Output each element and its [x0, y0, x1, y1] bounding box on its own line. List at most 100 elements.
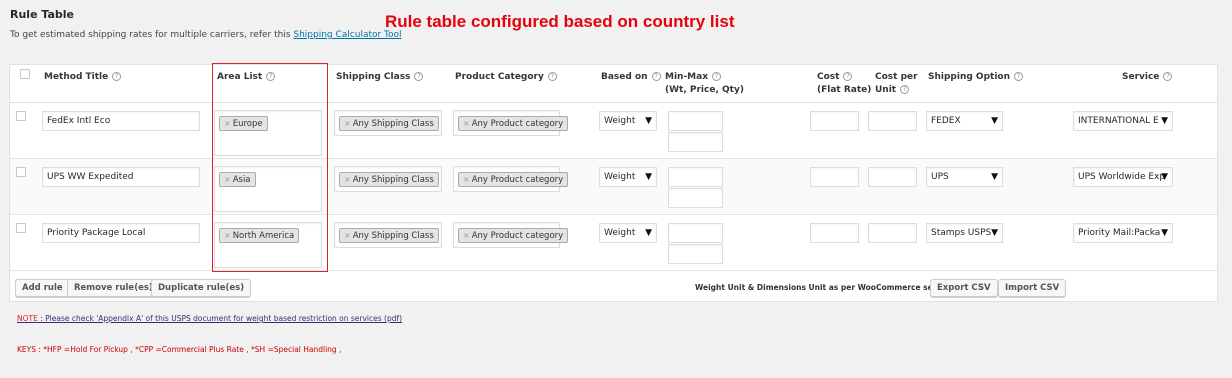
row-checkbox[interactable]	[16, 111, 26, 121]
chevron-down-icon: ▼	[991, 228, 998, 238]
unit-note: Weight Unit & Dimensions Unit as per Woo…	[695, 283, 961, 292]
remove-tag-icon[interactable]: ×	[344, 175, 351, 184]
cost-input[interactable]	[810, 223, 859, 243]
method-title-input[interactable]: FedEx Intl Eco	[42, 111, 200, 131]
header-area-list: Area List?	[217, 71, 276, 84]
max-input[interactable]	[668, 188, 723, 208]
table-header: Method Title? Area List? Shipping Class?…	[10, 65, 1217, 103]
shipping-option-select[interactable]: FEDEX ▼	[926, 111, 1003, 131]
annotation-caption: Rule table configured based on country l…	[385, 12, 735, 31]
based-on-select[interactable]: Weight ▼	[599, 111, 657, 131]
table-row: UPS WW Expedited × Asia × Any Shipping Cla…	[10, 159, 1217, 215]
help-icon[interactable]: ?	[547, 72, 557, 81]
product-category-tag: × Any Product category	[458, 228, 569, 243]
remove-tag-icon[interactable]: ×	[224, 231, 231, 240]
remove-tag-icon[interactable]: ×	[224, 175, 231, 184]
table-footer: Add rule Remove rule(es) Duplicate rule(…	[10, 271, 1217, 303]
product-category-select[interactable]: × Any Product category	[453, 110, 569, 136]
service-select[interactable]: INTERNATIONAL E ▼	[1073, 111, 1173, 131]
header-shipping-class: Shipping Class?	[336, 71, 424, 84]
header-shipping-option: Shipping Option?	[928, 71, 1023, 84]
help-icon[interactable]: ?	[1163, 72, 1173, 81]
shipping-class-tag: × Any Shipping Class	[339, 172, 439, 187]
shipping-class-select[interactable]: × Any Shipping Class	[334, 166, 442, 192]
max-input[interactable]	[668, 244, 723, 264]
table-row: Priority Package Local × North America × A…	[10, 215, 1217, 271]
add-rule-button[interactable]: Add rule	[15, 279, 70, 297]
chevron-down-icon: ▼	[645, 228, 652, 238]
shipping-class-tag: × Any Shipping Class	[339, 228, 439, 243]
method-title-input[interactable]: Priority Package Local	[42, 223, 200, 243]
product-category-tag: × Any Product category	[458, 172, 569, 187]
cost-per-unit-input[interactable]	[868, 111, 917, 131]
help-icon[interactable]: ?	[651, 72, 661, 81]
product-category-select[interactable]: × Any Product category	[453, 166, 569, 192]
help-icon[interactable]: ?	[900, 85, 910, 94]
min-input[interactable]	[668, 167, 723, 187]
shipping-option-select[interactable]: Stamps USPS ▼	[926, 223, 1003, 243]
area-tag: × Asia	[219, 172, 256, 187]
area-list-select[interactable]: × Asia	[214, 166, 322, 212]
remove-tag-icon[interactable]: ×	[224, 119, 231, 128]
chevron-down-icon: ▼	[645, 172, 652, 182]
export-csv-button[interactable]: Export CSV	[930, 279, 998, 297]
cost-per-unit-input[interactable]	[868, 167, 917, 187]
chevron-down-icon: ▼	[645, 116, 652, 126]
chevron-down-icon: ▼	[991, 116, 998, 126]
description-text: To get estimated shipping rates for mult…	[10, 30, 294, 40]
product-category-tag: × Any Product category	[458, 116, 569, 131]
cost-per-unit-input[interactable]	[868, 223, 917, 243]
remove-tag-icon[interactable]: ×	[463, 175, 470, 184]
shipping-calculator-link[interactable]: Shipping Calculator Tool	[293, 30, 401, 40]
area-tag: × Europe	[219, 116, 268, 131]
remove-tag-icon[interactable]: ×	[344, 231, 351, 240]
area-tag: × North America	[219, 228, 300, 243]
help-icon[interactable]: ?	[414, 72, 424, 81]
page-title: Rule Table	[10, 8, 74, 21]
service-select[interactable]: UPS Worldwide Exp ▼	[1073, 167, 1173, 187]
chevron-down-icon: ▼	[991, 172, 998, 182]
rule-table: Method Title? Area List? Shipping Class?…	[9, 64, 1218, 302]
usps-note-link[interactable]: NOTE : Please check 'Appendix A' of this…	[17, 314, 402, 323]
header-cost-per-unit: Cost per Unit?	[875, 72, 918, 95]
chevron-down-icon: ▼	[1161, 116, 1168, 126]
help-icon[interactable]: ?	[843, 72, 853, 81]
shipping-class-tag: × Any Shipping Class	[339, 116, 439, 131]
product-category-select[interactable]: × Any Product category	[453, 222, 569, 248]
method-title-input[interactable]: UPS WW Expedited	[42, 167, 200, 187]
chevron-down-icon: ▼	[1161, 172, 1168, 182]
remove-tag-icon[interactable]: ×	[344, 119, 351, 128]
based-on-select[interactable]: Weight ▼	[599, 223, 657, 243]
header-product-category: Product Category?	[455, 71, 557, 84]
help-icon[interactable]: ?	[266, 72, 276, 81]
row-checkbox[interactable]	[16, 223, 26, 233]
table-row: FedEx Intl Eco × Europe × Any Shipping Cla…	[10, 103, 1217, 159]
header-based-on: Based on?	[601, 71, 661, 84]
help-icon[interactable]: ?	[112, 72, 122, 81]
shipping-class-select[interactable]: × Any Shipping Class	[334, 110, 442, 136]
min-input[interactable]	[668, 223, 723, 243]
cost-input[interactable]	[810, 111, 859, 131]
import-csv-button[interactable]: Import CSV	[998, 279, 1067, 297]
area-list-select[interactable]: × Europe	[214, 110, 322, 156]
remove-tag-icon[interactable]: ×	[463, 119, 470, 128]
select-all-checkbox[interactable]	[20, 69, 30, 79]
service-select[interactable]: Priority Mail:Packa ▼	[1073, 223, 1173, 243]
area-list-select[interactable]: × North America	[214, 222, 322, 268]
remove-tag-icon[interactable]: ×	[463, 231, 470, 240]
based-on-select[interactable]: Weight ▼	[599, 167, 657, 187]
header-min-max: Min-Max? (Wt, Price, Qty)	[665, 72, 744, 95]
description: To get estimated shipping rates for mult…	[10, 30, 402, 40]
duplicate-rules-button[interactable]: Duplicate rule(es)	[151, 279, 252, 297]
shipping-option-select[interactable]: UPS ▼	[926, 167, 1003, 187]
cost-input[interactable]	[810, 167, 859, 187]
max-input[interactable]	[668, 132, 723, 152]
header-cost: Cost? (Flat Rate)	[817, 72, 872, 95]
remove-rules-button[interactable]: Remove rule(es)	[67, 279, 160, 297]
min-input[interactable]	[668, 111, 723, 131]
shipping-class-select[interactable]: × Any Shipping Class	[334, 222, 442, 248]
help-icon[interactable]: ?	[1014, 72, 1023, 81]
keys-legend: KEYS : *HFP =Hold For Pickup , *CPP =Com…	[17, 345, 342, 354]
help-icon[interactable]: ?	[712, 72, 722, 81]
row-checkbox[interactable]	[16, 167, 26, 177]
